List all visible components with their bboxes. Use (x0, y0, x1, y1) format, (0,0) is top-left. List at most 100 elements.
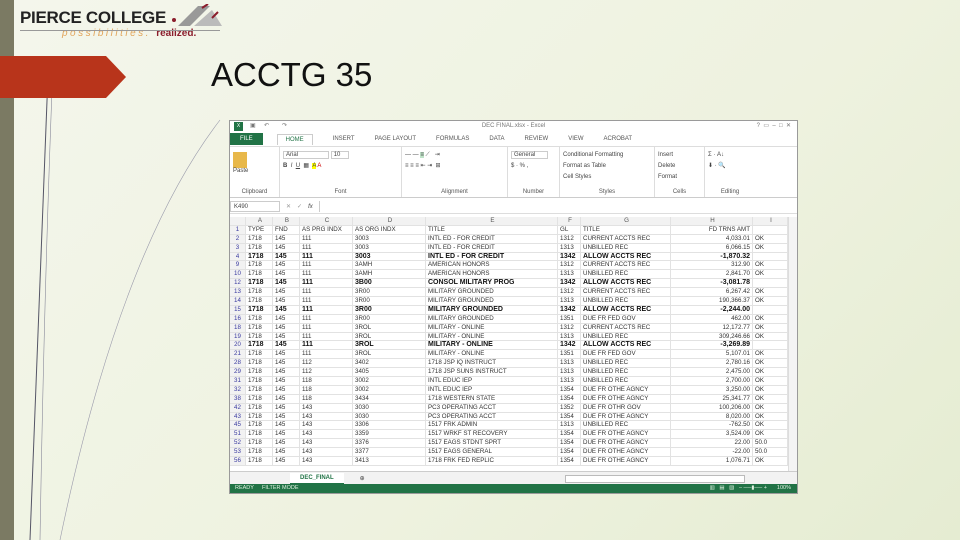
table-cell[interactable]: UNBILLED REC (581, 421, 671, 431)
table-cell[interactable]: 1313 (558, 368, 581, 378)
table-cell[interactable]: CURRENT ACCTS REC (581, 288, 671, 298)
table-cell[interactable]: 3,524.09 (671, 430, 753, 440)
table-cell[interactable]: ALLOW ACCTS REC (581, 279, 671, 289)
column-header[interactable]: D (353, 217, 426, 226)
table-cell[interactable]: 3B00 (353, 279, 426, 289)
table-cell[interactable]: 145 (273, 385, 300, 395)
table-cell[interactable]: MILITARY GROUNDED (426, 297, 558, 306)
table-cell[interactable]: 1352 (558, 403, 581, 413)
table-cell[interactable]: 1342 (558, 341, 581, 351)
table-cell[interactable]: 145 (273, 279, 300, 289)
table-cell[interactable]: 145 (273, 305, 300, 315)
table-cell[interactable]: UNBILLED REC (581, 377, 671, 386)
table-cell[interactable]: OK (753, 297, 788, 306)
filter-header-cell[interactable]: FND (273, 225, 300, 235)
table-cell[interactable]: 1342 (558, 305, 581, 315)
number-buttons[interactable]: $ · % , (511, 161, 556, 172)
table-cell[interactable]: 145 (273, 297, 300, 306)
table-cell[interactable]: 25,341.77 (671, 394, 753, 404)
table-cell[interactable]: 1312 (558, 234, 581, 244)
table-cell[interactable]: DUE FR OTHE AGNCY (581, 430, 671, 440)
table-cell[interactable]: 1718 (246, 430, 273, 440)
table-cell[interactable]: 145 (273, 261, 300, 271)
table-cell[interactable]: 145 (273, 368, 300, 378)
redo-icon[interactable]: ↷ (282, 121, 287, 132)
table-cell[interactable]: 1718 (246, 350, 273, 360)
row-number[interactable]: 28 (230, 359, 246, 369)
table-cell[interactable] (753, 279, 788, 289)
paste-icon[interactable] (233, 152, 247, 168)
table-cell[interactable]: OK (753, 261, 788, 271)
table-cell[interactable]: 145 (273, 288, 300, 298)
table-cell[interactable]: 111 (300, 305, 353, 315)
row-number[interactable]: 2 (230, 234, 246, 244)
table-cell[interactable]: 1718 (246, 261, 273, 271)
table-cell[interactable]: 50.0 (753, 439, 788, 449)
table-cell[interactable]: 1718 (246, 288, 273, 298)
table-cell[interactable]: 3R00 (353, 297, 426, 306)
table-cell[interactable]: 145 (273, 252, 300, 262)
format-as-table-button[interactable]: Format as Table (563, 161, 651, 172)
name-box[interactable]: K490 (230, 201, 280, 212)
table-cell[interactable]: 111 (300, 270, 353, 280)
table-cell[interactable]: 111 (300, 252, 353, 262)
table-cell[interactable]: 4,033.01 (671, 234, 753, 244)
table-cell[interactable]: OK (753, 350, 788, 360)
column-header[interactable]: I (753, 217, 788, 226)
row-number[interactable]: 16 (230, 314, 246, 324)
fx-icon[interactable]: fx (308, 204, 313, 210)
zoom-level[interactable]: 100% (777, 484, 791, 493)
table-cell[interactable]: 143 (300, 457, 353, 466)
table-cell[interactable]: OK (753, 332, 788, 342)
table-cell[interactable]: 12,172.77 (671, 323, 753, 333)
table-cell[interactable]: 118 (300, 394, 353, 404)
table-cell[interactable]: 50.0 (753, 448, 788, 458)
cell-styles-button[interactable]: Cell Styles (563, 172, 651, 183)
table-cell[interactable]: UNBILLED REC (581, 332, 671, 342)
column-header[interactable]: A (246, 217, 273, 226)
table-cell[interactable] (753, 341, 788, 351)
table-cell[interactable]: 145 (273, 448, 300, 458)
row-number[interactable]: 19 (230, 332, 246, 342)
column-header[interactable]: C (300, 217, 353, 226)
tab-formulas[interactable]: FORMULAS (436, 136, 469, 142)
table-cell[interactable]: ALLOW ACCTS REC (581, 305, 671, 315)
table-cell[interactable]: 3ROL (353, 350, 426, 360)
table-cell[interactable]: PC3 OPERATING ACCT (426, 412, 558, 422)
table-cell[interactable]: 1718 (246, 412, 273, 422)
table-cell[interactable]: 111 (300, 243, 353, 253)
table-cell[interactable]: 145 (273, 270, 300, 280)
table-cell[interactable]: 1354 (558, 394, 581, 404)
row-number[interactable]: 29 (230, 368, 246, 378)
table-cell[interactable]: 100,206.00 (671, 403, 753, 413)
table-cell[interactable]: 1718 (246, 385, 273, 395)
table-cell[interactable]: DUE FR OTHE AGNCY (581, 457, 671, 466)
undo-icon[interactable]: ↶ (264, 121, 269, 132)
row-number[interactable]: 53 (230, 448, 246, 458)
table-cell[interactable]: 1354 (558, 412, 581, 422)
row-number[interactable]: 15 (230, 305, 246, 315)
column-header[interactable]: H (671, 217, 753, 226)
column-header[interactable]: F (558, 217, 581, 226)
table-cell[interactable]: -3,269.89 (671, 341, 753, 351)
enter-icon[interactable]: ✓ (297, 203, 302, 210)
table-cell[interactable]: 1517 FRK ADMIN (426, 421, 558, 431)
table-cell[interactable]: OK (753, 314, 788, 324)
table-cell[interactable]: 3002 (353, 377, 426, 386)
insert-button[interactable]: Insert (658, 150, 701, 161)
column-header[interactable]: B (273, 217, 300, 226)
vertical-scrollbar[interactable] (788, 217, 797, 471)
tab-insert[interactable]: INSERT (333, 136, 355, 142)
table-cell[interactable]: 1718 (246, 368, 273, 378)
table-cell[interactable]: AMERICAN HONORS (426, 261, 558, 271)
table-cell[interactable]: 3359 (353, 430, 426, 440)
autosum-icon[interactable]: Σ · A↓ (708, 150, 752, 161)
table-cell[interactable]: 111 (300, 234, 353, 244)
table-cell[interactable]: OK (753, 368, 788, 378)
table-cell[interactable]: 1718 (246, 323, 273, 333)
table-cell[interactable]: MILITARY GROUNDED (426, 305, 558, 315)
row-number[interactable]: 13 (230, 288, 246, 298)
table-cell[interactable]: OK (753, 359, 788, 369)
table-cell[interactable]: 143 (300, 403, 353, 413)
font-name-select[interactable]: Arial (283, 151, 330, 159)
